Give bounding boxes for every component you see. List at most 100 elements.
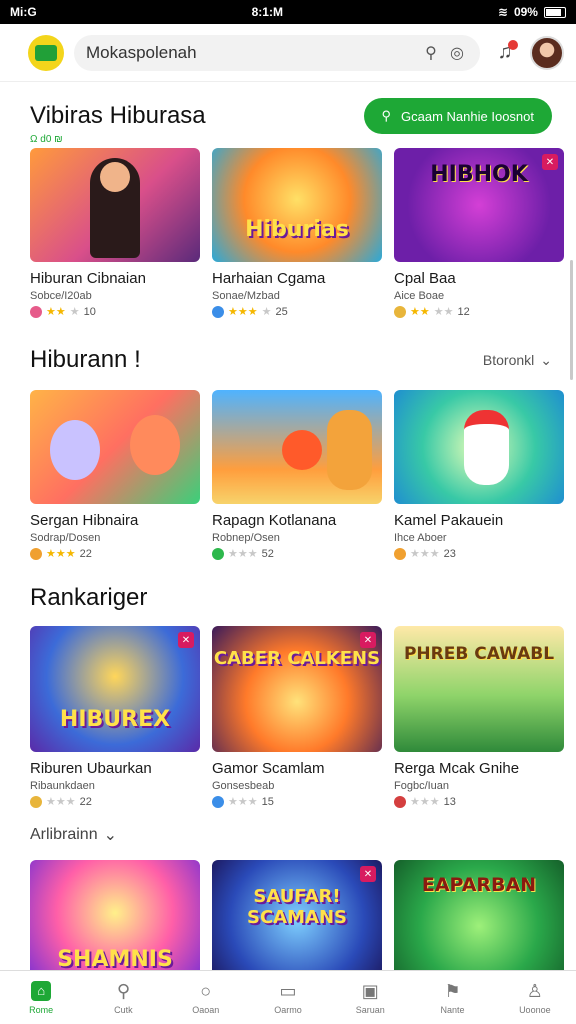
card-title: Rapagn Kotlanana <box>212 512 337 529</box>
star-empty-icon: ★★ <box>433 306 454 318</box>
search-icon[interactable]: ⚲ <box>418 43 444 63</box>
publisher-icon <box>30 547 42 560</box>
game-card[interactable]: PHREB CAWABL Rerga Mcak Gnihe Fogbc/Iuan… <box>394 626 564 808</box>
game-card[interactable]: CABER CALKENS ✕ Gamor Scamlam Gonsesbeab… <box>212 626 382 808</box>
app-logo[interactable] <box>28 34 64 71</box>
rating-count: 13 <box>443 795 456 808</box>
card-rating: ★★★ 13 <box>394 795 564 808</box>
nav-bookmarks[interactable]: ⚑ Nante <box>411 971 493 1024</box>
game-card[interactable]: Sergan Hibnaira Sodrap/Dosen ★★★ 22 <box>30 390 200 560</box>
button-label: Gcaam Nanhie Ioosnot <box>401 108 534 124</box>
brand-name: Mokaspolenah <box>86 42 197 62</box>
star-icon: ★★★ <box>46 548 76 560</box>
nav-label: Cutk <box>114 1004 133 1015</box>
game-card[interactable]: Hiburan Cibnaian Sobce/I20ab ★★ ★ 10 <box>30 148 200 318</box>
nav-label: Nante <box>440 1004 465 1015</box>
game-thumbnail: Hiburias <box>212 148 382 262</box>
chevron-down-icon: ⌄ <box>540 351 552 368</box>
game-card[interactable]: Kamel Pakauein Ihce Aboer ★★★ 23 <box>394 390 564 560</box>
game-thumbnail: PHREB CAWABL <box>394 626 564 752</box>
section-header[interactable]: Arlibrainn ⌄ <box>30 820 552 850</box>
section-title: Arlibrainn <box>30 826 98 843</box>
badge-icon: ✕ <box>542 154 558 170</box>
card-subtitle: Aice Boae <box>394 290 445 302</box>
status-bar: Mi:G 8:1:M ≋ 09% <box>0 0 576 24</box>
battery-level: 09% <box>513 5 538 19</box>
notification-button[interactable]: ♫ <box>490 38 520 68</box>
card-subtitle: Sobce/I20ab <box>30 290 92 302</box>
game-card[interactable]: Rapagn Kotlanana Robnep/Osen ★★★ 52 <box>212 390 382 560</box>
wifi-icon: ≋ <box>497 5 508 19</box>
scrollbar[interactable] <box>570 260 573 380</box>
nav-profile[interactable]: ♙ Uoonoe <box>494 971 576 1024</box>
game-thumbnail <box>212 390 382 504</box>
section-title: Rankariger <box>30 584 148 611</box>
card-subtitle: Sodrap/Dosen <box>30 532 101 544</box>
rating-count: 25 <box>275 305 288 318</box>
star-icon: ★★★ <box>228 306 258 318</box>
card-title: Gamor Scamlam <box>212 760 325 777</box>
nav-home[interactable]: ⌂ Rome <box>0 971 82 1024</box>
search-input[interactable] <box>204 43 418 62</box>
status-center: 8:1:M <box>251 5 283 19</box>
rating-count: 22 <box>79 795 92 808</box>
game-icon: ▭ <box>279 980 297 1001</box>
game-card[interactable]: EAPARBAN <box>394 860 564 970</box>
card-subtitle: Sonae/Mzbad <box>212 290 280 302</box>
character-figure <box>282 430 322 470</box>
main-content: Vibiras Hiburasa ⚲ Gcaam Nanhie Ioosnot … <box>0 82 576 970</box>
game-card[interactable]: Hiburias Harhaian Cgama Sonae/Mzbad ★★★ ★… <box>212 148 382 318</box>
primary-action-button[interactable]: ⚲ Gcaam Nanhie Ioosnot <box>363 98 552 134</box>
section-header: Rankariger <box>30 574 552 622</box>
game-card[interactable]: SAUFAR! SCAMANS ✕ <box>212 860 382 970</box>
publisher-icon <box>212 795 224 808</box>
star-empty-icon: ★ <box>69 306 80 318</box>
card-row: HIBUREX ✕ Riburen Ubaurkan Ribaunkdaen ★… <box>30 626 564 808</box>
game-card[interactable]: HIBHOK ✕ Cpal Baa Aice Boae ★★ ★★ 12 <box>394 148 564 318</box>
star-empty-icon: ★★★ <box>410 796 440 808</box>
card-rating: ★★★ 52 <box>212 547 382 560</box>
card-rating: ★★ ★ 10 <box>30 305 200 318</box>
nav-circle[interactable]: ○ Oaoan <box>165 971 247 1024</box>
section-header: Vibiras Hiburasa ⚲ Gcaam Nanhie Ioosnot <box>30 92 552 140</box>
card-rating: ★★★ 22 <box>30 547 200 560</box>
card-title: Kamel Pakauein <box>394 512 504 529</box>
star-empty-icon: ★★★ <box>46 796 76 808</box>
card-subtitle: Fogbc/Iuan <box>394 780 450 792</box>
thumbnail-title: PHREB CAWABL <box>403 644 555 664</box>
thumbnail-title: SAUFAR! SCAMANS <box>247 886 347 928</box>
game-thumbnail: HIBHOK ✕ <box>394 148 564 262</box>
search-bar[interactable]: Mokaspolenah ⚲ ◎ <box>74 34 480 71</box>
avatar[interactable] <box>530 35 564 70</box>
character-figure <box>130 415 180 475</box>
publisher-icon <box>394 547 406 560</box>
search-icon: ⚲ <box>381 108 392 123</box>
character-face <box>100 162 130 192</box>
nav-games[interactable]: ▭ Oarmo <box>247 971 329 1024</box>
bottom-nav: ⌂ Rome ⚲ Cutk ○ Oaoan ▭ Oarmo ▣ Saruan ⚑… <box>0 970 576 1024</box>
nav-store[interactable]: ▣ Saruan <box>329 971 411 1024</box>
thumbnail-title: CABER CALKENS <box>213 648 381 669</box>
see-all-label: Btoronkl <box>482 352 535 368</box>
card-title: Riburen Ubaurkan <box>30 760 152 777</box>
card-rating: ★★★ ★ 25 <box>212 305 382 318</box>
card-subtitle: Gonsesbeab <box>212 780 275 792</box>
badge-icon: ✕ <box>178 632 194 648</box>
card-subtitle: Robnep/Osen <box>212 532 280 544</box>
section-title: Hiburann ! <box>30 346 141 373</box>
publisher-icon <box>212 547 224 560</box>
see-all-link[interactable]: Btoronkl ⌄ <box>483 352 552 369</box>
section-title: Vibiras Hiburasa <box>30 102 206 129</box>
star-empty-icon: ★★★ <box>228 548 258 560</box>
status-time: Mi:G <box>10 5 37 19</box>
card-subtitle: Ihce Aboer <box>394 532 447 544</box>
star-empty-icon: ★★★ <box>410 548 440 560</box>
card-row: Hiburan Cibnaian Sobce/I20ab ★★ ★ 10 Hibu… <box>30 148 564 318</box>
chevron-down-icon: ⌄ <box>103 827 117 844</box>
voice-icon[interactable]: ◎ <box>444 43 470 63</box>
publisher-icon <box>30 305 42 318</box>
game-card[interactable]: HIBUREX ✕ Riburen Ubaurkan Ribaunkdaen ★… <box>30 626 200 808</box>
game-card[interactable]: SHAMNIS <box>30 860 200 970</box>
nav-search[interactable]: ⚲ Cutk <box>82 971 164 1024</box>
status-right: ≋ 09% <box>498 5 566 19</box>
